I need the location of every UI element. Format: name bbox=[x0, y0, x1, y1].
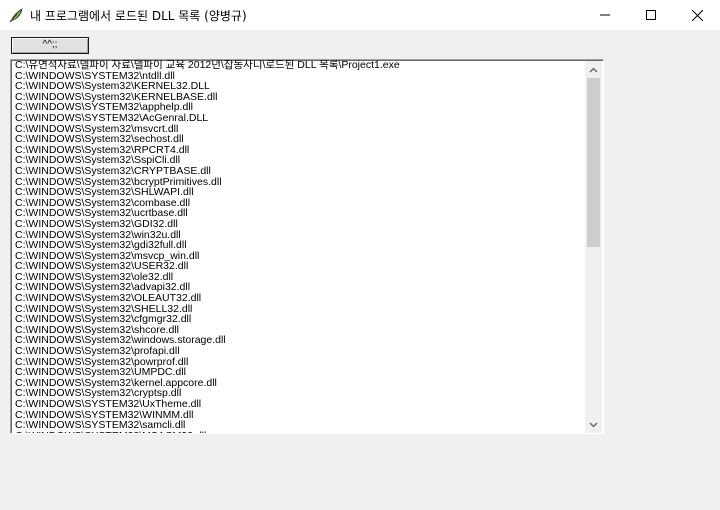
load-dll-button[interactable]: ^^;; bbox=[11, 37, 89, 54]
chevron-down-icon bbox=[589, 422, 598, 427]
dll-list: C:\유연석자료\델파이 자료\델파이 교육 2012년\잡동사니\로드된 DL… bbox=[15, 60, 585, 433]
list-item[interactable]: C:\WINDOWS\SYSTEM32\UxTheme.dll bbox=[15, 399, 585, 410]
app-leaf-icon[interactable] bbox=[8, 7, 24, 23]
chevron-up-icon bbox=[589, 67, 598, 72]
close-button[interactable] bbox=[674, 0, 720, 30]
list-item[interactable]: C:\WINDOWS\SYSTEM32\AcGenral.DLL bbox=[15, 113, 585, 124]
window-title: 내 프로그램에서 로드된 DLL 목록 (양병규) bbox=[30, 9, 247, 23]
title-bar[interactable]: 내 프로그램에서 로드된 DLL 목록 (양병규) bbox=[0, 0, 720, 30]
dll-listbox[interactable]: C:\유연석자료\델파이 자료\델파이 교육 2012년\잡동사니\로드된 DL… bbox=[10, 59, 604, 434]
list-item[interactable]: C:\WINDOWS\System32\GDI32.dll bbox=[15, 219, 585, 230]
list-item[interactable]: C:\WINDOWS\System32\CRYPTBASE.dll bbox=[15, 166, 585, 177]
close-icon bbox=[691, 9, 703, 21]
list-item[interactable]: C:\유연석자료\델파이 자료\델파이 교육 2012년\잡동사니\로드된 DL… bbox=[15, 60, 585, 71]
maximize-button[interactable] bbox=[628, 0, 674, 30]
minimize-icon bbox=[600, 14, 610, 16]
list-item[interactable]: C:\WINDOWS\SYSTEM32\MSACM32.dll bbox=[15, 431, 585, 433]
minimize-button[interactable] bbox=[582, 0, 628, 30]
scroll-up-button[interactable] bbox=[585, 61, 602, 78]
scroll-thumb[interactable] bbox=[587, 78, 600, 247]
maximize-icon bbox=[646, 10, 656, 20]
vertical-scrollbar[interactable] bbox=[585, 61, 602, 433]
scroll-down-button[interactable] bbox=[585, 416, 602, 433]
